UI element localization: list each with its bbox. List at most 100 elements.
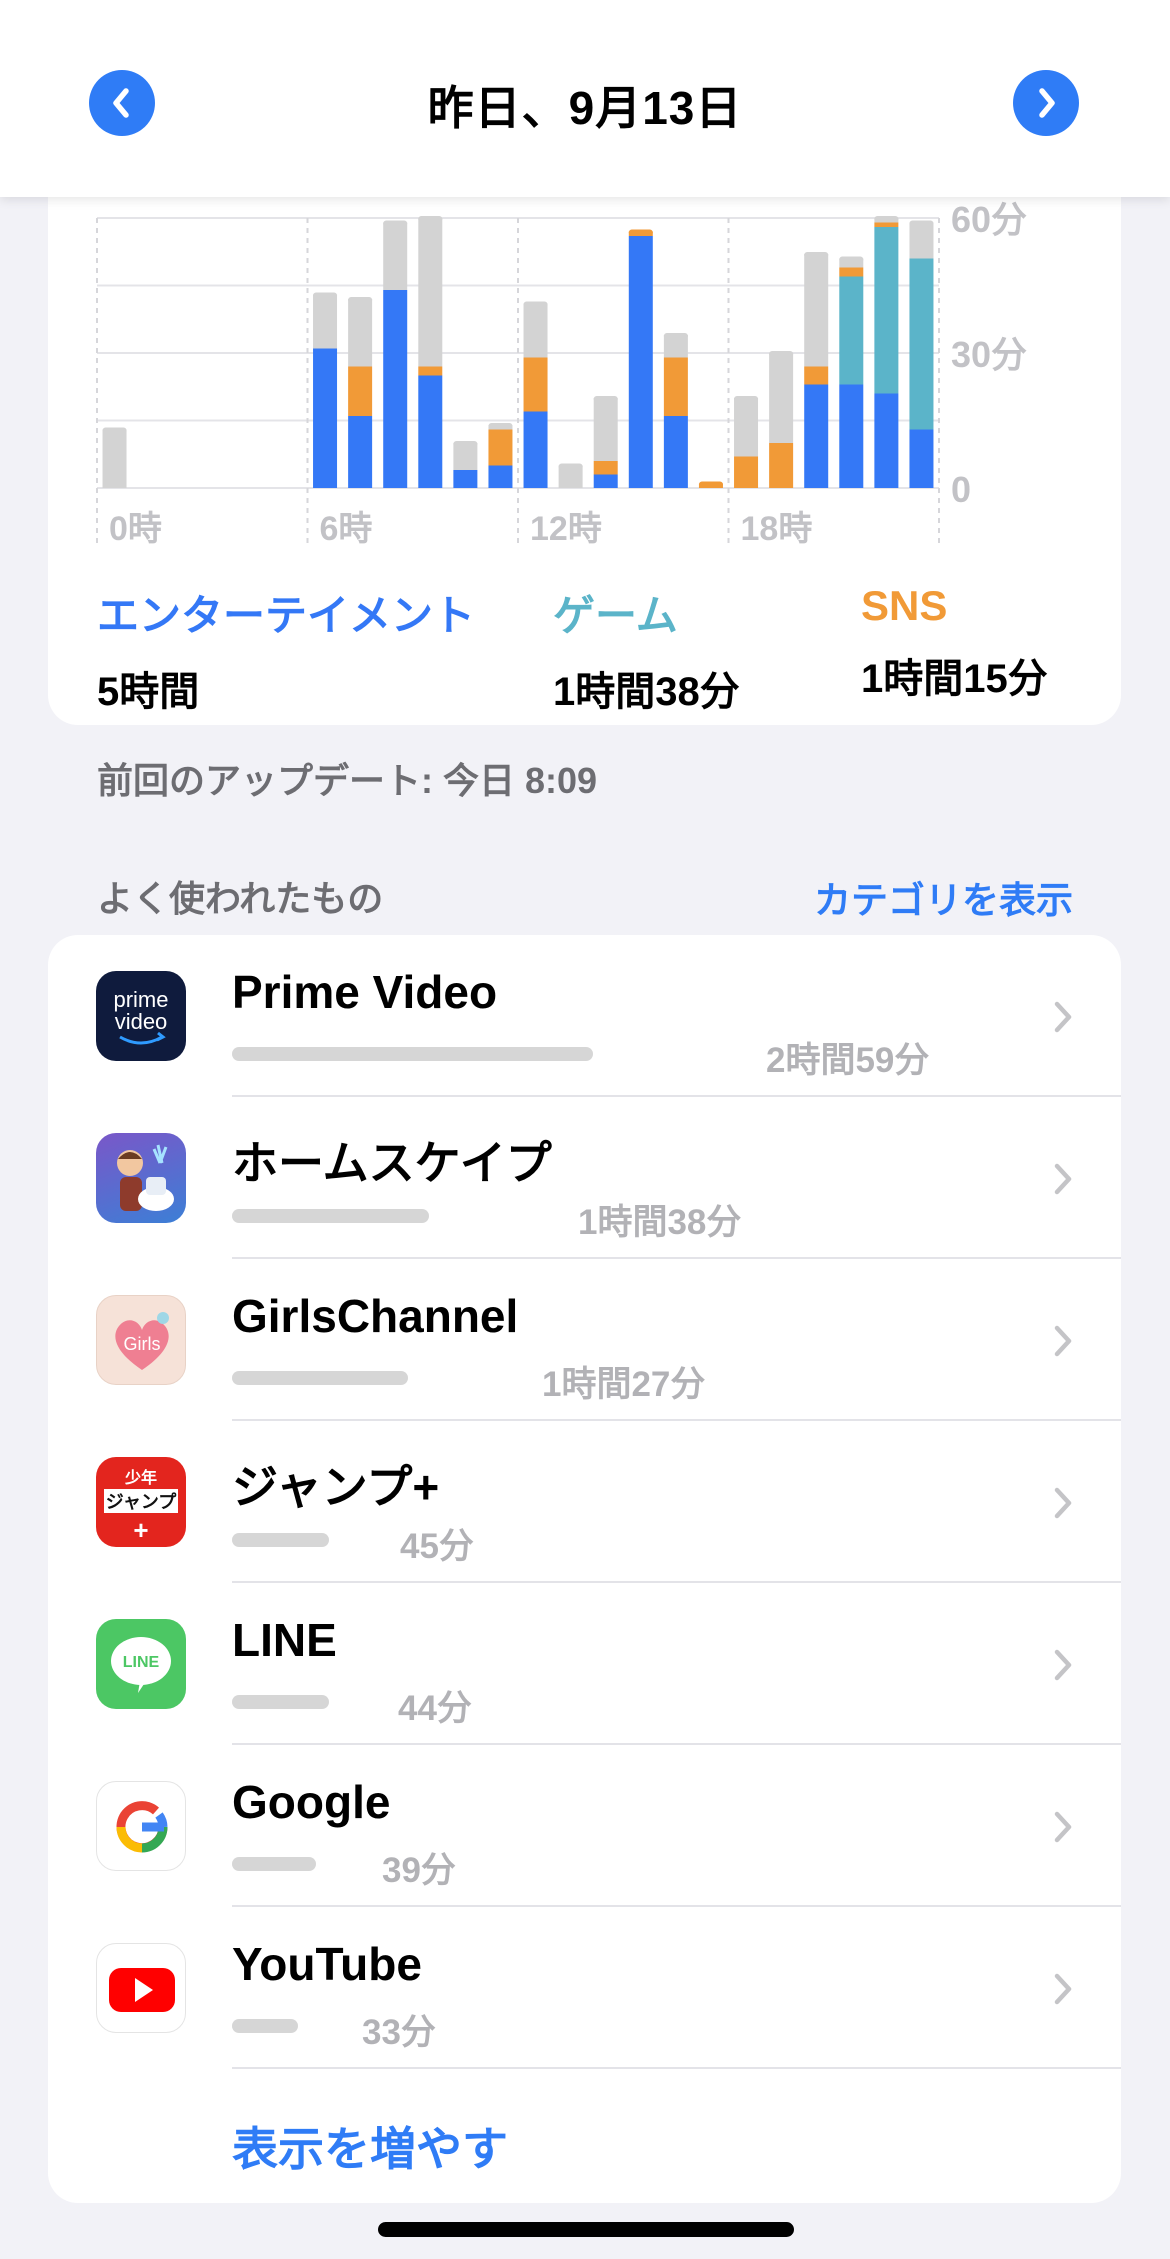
bar-cap (628, 229, 653, 236)
usage-time: 33分 (362, 2013, 436, 2052)
usage-bar (232, 2019, 298, 2033)
bar-segment (418, 375, 443, 488)
app-row-youtube[interactable]: YouTube 33分 (48, 1907, 1121, 2069)
category-game: ゲーム 1時間38分 (553, 582, 740, 717)
show-more-button[interactable]: 表示を増やす (232, 2113, 508, 2179)
usage-time: 1時間27分 (542, 1365, 706, 1404)
category-entertainment: エンターテイメント 5時間 (97, 582, 475, 717)
app-name: GirlsChannel (232, 1290, 519, 1342)
bar-segment (769, 353, 794, 443)
bar-segment (523, 303, 548, 358)
bar-cap (558, 463, 583, 470)
chevron-right-icon (1054, 1487, 1072, 1519)
bar-segment (804, 366, 829, 385)
prime-video-icon: prime video (96, 971, 186, 1061)
y-tick-label: 30分 (951, 334, 1027, 375)
bar-segment (909, 222, 934, 259)
bar-segment (593, 461, 618, 475)
bar-segment (523, 411, 548, 488)
bar-segment (874, 222, 899, 227)
usage-time: 39分 (382, 1851, 456, 1890)
app-row-homescapes[interactable]: ホームスケイプ 1時間38分 (48, 1097, 1121, 1259)
category-time: 1時間15分 (861, 657, 1048, 701)
category-name: ゲーム (553, 592, 678, 639)
app-name: Google (232, 1776, 391, 1828)
bar-segment (839, 267, 864, 277)
bar-cap (769, 351, 794, 357)
home-indicator (378, 2222, 794, 2237)
bar-cap (734, 396, 759, 402)
bar-segment (663, 357, 688, 416)
bar-cap (593, 396, 618, 402)
category-name: エンターテイメント (97, 592, 476, 639)
chevron-right-icon (1054, 1811, 1072, 1843)
bar-cap (804, 252, 829, 258)
app-name: ジャンプ+ (232, 1461, 440, 1513)
svg-text:Girls: Girls (124, 1334, 161, 1354)
bar-segment (348, 366, 373, 416)
bar-segment (488, 465, 513, 488)
bar-segment (313, 294, 338, 349)
show-categories-link[interactable]: カテゴリを表示 (814, 870, 1073, 924)
bar-segment (418, 366, 443, 376)
usage-bar (232, 1695, 329, 1709)
x-tick-label: 18時 (741, 510, 813, 548)
bar-segment (734, 456, 759, 488)
page-title: 昨日、9月13日 (427, 82, 743, 134)
bar-cap (348, 297, 373, 303)
bar-segment (734, 398, 759, 457)
bar-segment (313, 348, 338, 488)
bar-cap (418, 216, 443, 222)
category-sns: SNS 1時間15分 (861, 582, 1048, 704)
app-row-prime-video[interactable]: prime video Prime Video 2時間59分 (48, 935, 1121, 1097)
bar-segment (663, 416, 688, 488)
bar-segment (909, 258, 934, 430)
x-tick-label: 6時 (320, 510, 373, 548)
app-row-girlschannel[interactable]: Girls GirlsChannel 1時間27分 (48, 1259, 1121, 1421)
bar-segment (523, 357, 548, 412)
bar-segment (383, 290, 408, 488)
app-row-jump-plus[interactable]: 少年 ジャンプ + ジャンプ+ 45分 (48, 1421, 1121, 1583)
google-icon (96, 1781, 186, 1871)
x-tick-label: 0時 (109, 510, 162, 548)
line-icon: LINE (96, 1619, 186, 1709)
bar-segment (453, 470, 478, 488)
app-row-line[interactable]: LINE LINE 44分 (48, 1583, 1121, 1745)
usage-time: 1時間38分 (578, 1203, 742, 1242)
usage-bar (232, 1047, 593, 1061)
svg-text:LINE: LINE (123, 1654, 160, 1671)
next-day-button[interactable] (1013, 70, 1079, 136)
bar-segment (874, 393, 899, 488)
bar-segment (839, 276, 864, 385)
chevron-right-icon (1054, 1001, 1072, 1033)
bar-segment (418, 218, 443, 367)
bar-cap (909, 220, 934, 227)
bar-segment (909, 429, 934, 488)
usage-time: 44分 (398, 1689, 472, 1728)
chevron-right-icon (1039, 88, 1055, 118)
chevron-right-icon (1054, 1163, 1072, 1195)
app-name: Prime Video (232, 966, 498, 1018)
bar-segment (102, 429, 127, 488)
bar-segment (839, 384, 864, 488)
app-name: YouTube (232, 1938, 422, 1990)
hourly-usage-chart: 60分 30分 0 0時 6時 12時 18時 (96, 199, 1027, 548)
app-row-google[interactable]: Google 39分 (48, 1745, 1121, 1907)
bar-cap (663, 333, 688, 339)
bar-cap (102, 427, 127, 434)
girlschannel-icon: Girls (96, 1295, 186, 1385)
bar-segment (488, 429, 513, 466)
most-used-heading: よく使われたもの (97, 878, 384, 919)
svg-text:ジャンプ: ジャンプ (106, 1491, 178, 1513)
bar-cap (698, 481, 723, 488)
bar-cap (383, 220, 408, 227)
most-used-apps-list: prime video Prime Video 2時間59分 ホームスケイプ 1… (48, 935, 1121, 2203)
usage-bar (232, 1371, 408, 1385)
bar-cap (874, 216, 899, 222)
date-header: 昨日、9月13日 (0, 0, 1170, 197)
usage-time: 45分 (400, 1527, 474, 1566)
bar-segment (628, 236, 653, 488)
usage-chart-card: 60分 30分 0 0時 6時 12時 18時 エンターテイメント 5時間 ゲーム 1時間3… (48, 150, 1121, 725)
category-name: SNS (861, 582, 948, 629)
bar-segment (804, 384, 829, 488)
